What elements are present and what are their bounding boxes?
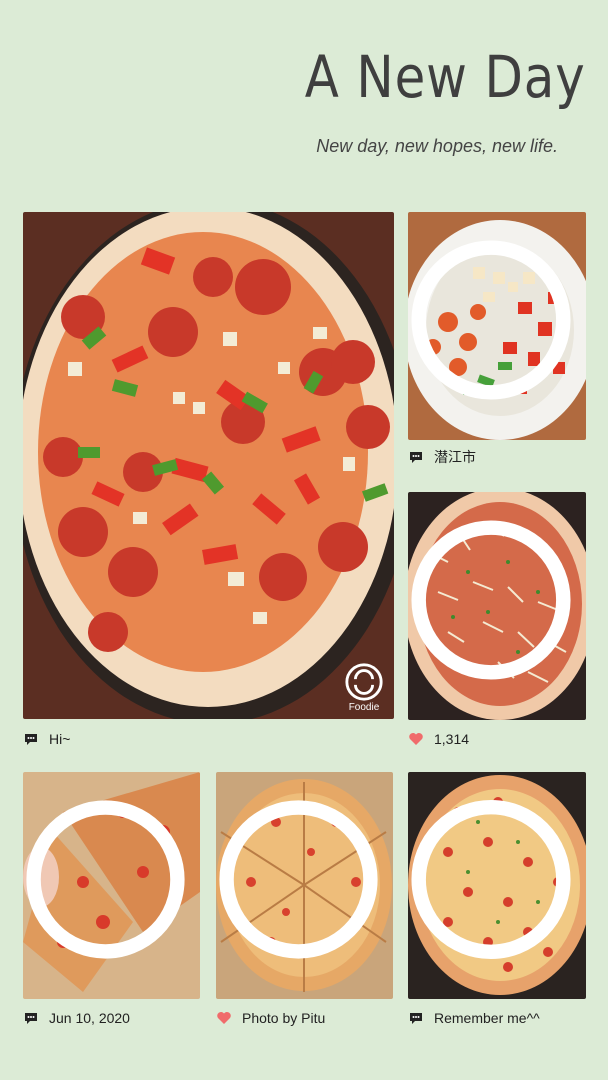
heart-icon[interactable]	[216, 1010, 232, 1026]
caption-remember: Remember me^^	[434, 1010, 540, 1026]
caption-top-right: 潜江市	[408, 447, 476, 467]
speech-bubble-icon	[25, 1013, 37, 1024]
speech-bubble-icon	[410, 452, 422, 463]
caption-top-right-text: 潜江市	[434, 449, 476, 465]
cheese-pizza-photo[interactable]	[408, 492, 586, 720]
foodie-watermark-icon	[411, 520, 571, 680]
foodie-watermark-icon	[411, 240, 571, 400]
caption-date: Jun 10, 2020	[49, 1010, 130, 1026]
speech-bubble-icon	[410, 1013, 422, 1024]
caption-bottom-left: Jun 10, 2020	[23, 1008, 130, 1028]
like-count: 1,314	[434, 731, 470, 747]
caption-photo-credit: Photo by Pitu	[242, 1010, 326, 1026]
caption-main-text: Hi~	[49, 731, 71, 747]
foodie-logo-icon	[345, 663, 383, 701]
caption-bottom-right: Remember me^^	[408, 1008, 540, 1028]
foodie-watermark-label: Foodie	[348, 702, 380, 713]
sliced-pizza-photo[interactable]	[216, 772, 393, 999]
main-pizza-photo[interactable]: Foodie	[23, 212, 394, 719]
caption-main: Hi~	[23, 729, 70, 749]
whole-pizza-photo[interactable]	[408, 772, 586, 999]
foodie-watermark-icon	[411, 799, 571, 960]
page-subtitle: New day, new hopes, new life.	[316, 136, 558, 156]
vegetables-plate-photo[interactable]	[408, 212, 586, 440]
foodie-watermark-icon	[219, 800, 378, 959]
pizza-slice-photo[interactable]	[23, 772, 200, 999]
speech-bubble-icon	[25, 734, 37, 745]
foodie-watermark: Foodie	[344, 662, 384, 713]
caption-bottom-middle: Photo by Pitu	[216, 1008, 325, 1028]
caption-middle-right: 1,314	[408, 729, 469, 749]
heart-icon[interactable]	[408, 731, 424, 747]
page-title: A New Day	[305, 43, 586, 111]
foodie-watermark-icon	[26, 800, 185, 959]
